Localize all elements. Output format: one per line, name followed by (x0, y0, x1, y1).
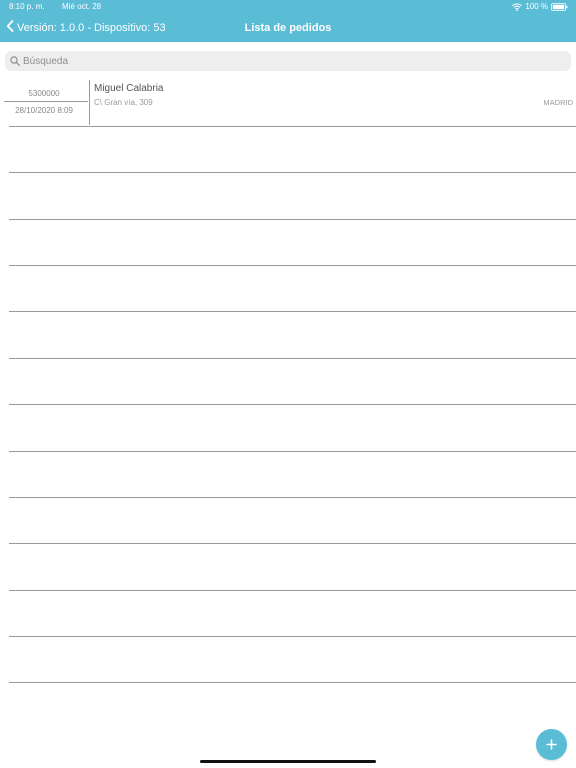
wifi-icon (512, 3, 523, 11)
order-datetime: 28/10/2020 8:09 (15, 106, 73, 115)
row-separator (9, 590, 576, 591)
order-customer-name: Miguel Calabria (94, 83, 164, 94)
row-separator (9, 451, 576, 452)
row-separator (9, 636, 576, 637)
status-date: Mié oct. 28 (62, 2, 102, 11)
row-separator (9, 543, 576, 544)
order-cell-divider (4, 101, 88, 102)
order-city: MADRID (543, 98, 573, 107)
row-separator (9, 682, 576, 683)
order-number: 5300000 (28, 89, 60, 98)
row-separator (9, 311, 576, 312)
status-indicators: 100 % (512, 2, 568, 12)
row-separator (9, 126, 576, 127)
battery-icon (551, 3, 568, 11)
battery-percentage: 100 % (525, 2, 548, 11)
status-time: 8:10 p. m. (9, 2, 45, 11)
row-separator (9, 172, 576, 173)
row-separator (9, 404, 576, 405)
order-list-screen: 8:10 p. m. Mié oct. 28 100 % Versión: 1.… (0, 0, 576, 768)
row-separator (9, 265, 576, 266)
search-input[interactable] (23, 55, 543, 67)
add-order-button[interactable] (536, 729, 567, 760)
search-icon (10, 56, 20, 66)
search-bar[interactable] (5, 51, 571, 71)
app-header: 8:10 p. m. Mié oct. 28 100 % Versión: 1.… (0, 0, 576, 42)
order-address: C\ Gran vía, 309 (94, 98, 153, 107)
row-separator (9, 219, 576, 220)
order-list-item[interactable]: 5300000 28/10/2020 8:09 Miguel Calabria … (0, 80, 576, 126)
row-separator (9, 358, 576, 359)
order-id-cell: 5300000 28/10/2020 8:09 (0, 80, 90, 125)
row-separator (9, 497, 576, 498)
home-indicator (200, 760, 376, 763)
page-title: Lista de pedidos (244, 22, 332, 34)
plus-icon (546, 739, 557, 750)
